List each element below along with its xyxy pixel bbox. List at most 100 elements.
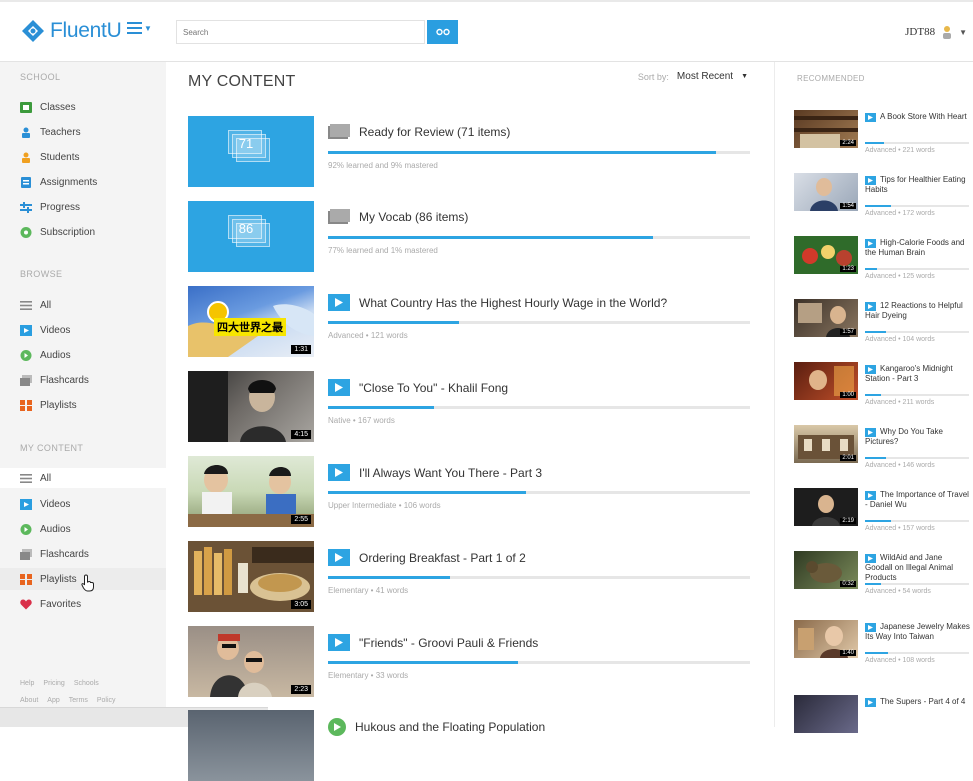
progress-bar bbox=[865, 268, 969, 270]
collection-thumbnail[interactable]: 71 bbox=[188, 116, 314, 187]
content-row[interactable]: Hukous and the Floating Population bbox=[188, 710, 750, 781]
content-title[interactable]: I'll Always Want You There - Part 3 bbox=[328, 464, 542, 481]
footer-link-app[interactable]: App bbox=[47, 697, 59, 704]
sort-value[interactable]: Most Recent bbox=[677, 71, 733, 82]
content-row[interactable]: 4:15 "Close To You" - Khalil Fong Native… bbox=[188, 371, 750, 442]
recommended-item[interactable]: 2:19 The Importance of Travel - Daniel W… bbox=[794, 488, 972, 534]
content-row[interactable]: 71 Ready for Review (71 items) 92% learn… bbox=[188, 116, 750, 187]
recommended-title-text: WildAid and Jane Goodall on Illegal Anim… bbox=[865, 553, 954, 582]
recommended-title[interactable]: Tips for Healthier Eating Habits bbox=[865, 175, 971, 195]
recommended-item[interactable]: 1:57 12 Reactions to Helpful Hair Dyeing… bbox=[794, 299, 972, 345]
content-row[interactable]: 四大世界之最 1:31 What Country Has the Highest… bbox=[188, 286, 750, 357]
content-meta: Elementary • 41 words bbox=[328, 586, 409, 595]
video-thumbnail[interactable]: 4:15 bbox=[188, 371, 314, 442]
recommended-title[interactable]: High-Calorie Foods and the Human Brain bbox=[865, 238, 971, 258]
footer-link-schools[interactable]: Schools bbox=[74, 680, 99, 687]
sidebar-item-my-flashcards[interactable]: Flashcards bbox=[20, 545, 89, 563]
footer-link-about[interactable]: About bbox=[20, 697, 38, 704]
fluentu-logo-icon bbox=[22, 20, 44, 42]
sidebar-item-my-playlists[interactable]: Playlists bbox=[0, 568, 166, 592]
recommended-item[interactable]: 1:54 Tips for Healthier Eating Habits Ad… bbox=[794, 173, 972, 219]
content-title[interactable]: Ready for Review (71 items) bbox=[328, 124, 510, 139]
content-row[interactable]: 3:05 Ordering Breakfast - Part 1 of 2 El… bbox=[188, 541, 750, 612]
video-thumbnail[interactable]: 2:24 bbox=[794, 110, 858, 148]
play-icon bbox=[328, 379, 350, 396]
footer-link-pricing[interactable]: Pricing bbox=[43, 680, 64, 687]
recommended-item[interactable]: 0:32 WildAid and Jane Goodall on Illegal… bbox=[794, 551, 972, 597]
sidebar-item-subscription[interactable]: Subscription bbox=[20, 223, 95, 241]
video-duration: 1:40 bbox=[840, 650, 856, 656]
audio-thumbnail[interactable] bbox=[188, 710, 314, 781]
recommended-item[interactable]: 2:01 Why Do You Take Pictures? Advanced … bbox=[794, 425, 972, 471]
sidebar-item-browse-videos[interactable]: Videos bbox=[20, 321, 70, 339]
content-title[interactable]: Hukous and the Floating Population bbox=[328, 718, 545, 736]
video-thumbnail[interactable]: 0:32 bbox=[794, 551, 858, 589]
footer-link-policy[interactable]: Policy bbox=[97, 697, 116, 704]
content-row[interactable]: 2:23 "Friends" - Groovi Pauli & Friends … bbox=[188, 626, 750, 697]
recommended-item[interactable]: The Supers - Part 4 of 4 bbox=[794, 695, 972, 741]
footer-link-terms[interactable]: Terms bbox=[69, 697, 88, 704]
footer-link-help[interactable]: Help bbox=[20, 680, 34, 687]
sidebar-item-teachers[interactable]: Teachers bbox=[20, 123, 81, 141]
video-thumbnail[interactable]: 1:57 bbox=[794, 299, 858, 337]
sidebar-item-browse-audios[interactable]: Audios bbox=[20, 346, 71, 364]
recommended-title[interactable]: The Importance of Travel - Daniel Wu bbox=[865, 490, 971, 510]
video-thumbnail[interactable]: 2:19 bbox=[794, 488, 858, 526]
content-row[interactable]: 2:55 I'll Always Want You There - Part 3… bbox=[188, 456, 750, 527]
recommended-title[interactable]: Kangaroo's Midnight Station - Part 3 bbox=[865, 364, 971, 384]
content-title[interactable]: Ordering Breakfast - Part 1 of 2 bbox=[328, 549, 526, 566]
main-menu-button[interactable]: ▼ bbox=[127, 22, 152, 34]
recommended-title[interactable]: Why Do You Take Pictures? bbox=[865, 427, 971, 447]
video-thumbnail[interactable]: 2:01 bbox=[794, 425, 858, 463]
sidebar-item-my-videos[interactable]: Videos bbox=[20, 495, 70, 513]
search-input[interactable] bbox=[176, 20, 425, 44]
recommended-title[interactable]: 12 Reactions to Helpful Hair Dyeing bbox=[865, 301, 971, 321]
sidebar-item-classes[interactable]: Classes bbox=[20, 98, 76, 116]
search-button[interactable] bbox=[427, 20, 458, 44]
content-row[interactable]: 86 My Vocab (86 items) 77% learned and 1… bbox=[188, 201, 750, 272]
recommended-item[interactable]: 2:24 A Book Store With Heart Advanced • … bbox=[794, 110, 972, 156]
recommended-title[interactable]: The Supers - Part 4 of 4 bbox=[865, 697, 971, 707]
video-thumbnail[interactable]: 1:54 bbox=[794, 173, 858, 211]
video-thumbnail[interactable]: 四大世界之最 1:31 bbox=[188, 286, 314, 357]
collection-thumbnail[interactable]: 86 bbox=[188, 201, 314, 272]
content-title[interactable]: "Friends" - Groovi Pauli & Friends bbox=[328, 634, 538, 651]
user-menu[interactable]: JDT88 ▼ bbox=[905, 24, 967, 40]
video-thumbnail[interactable]: 1:00 bbox=[794, 362, 858, 400]
sidebar-footer-links-2: About App Terms Policy bbox=[20, 697, 116, 704]
sidebar-item-my-favorites[interactable]: Favorites bbox=[20, 595, 81, 613]
recommended-title[interactable]: A Book Store With Heart bbox=[865, 112, 971, 122]
sidebar-item-my-audios[interactable]: Audios bbox=[20, 520, 71, 538]
logo[interactable]: FluentU bbox=[20, 18, 122, 44]
sidebar: SCHOOL Classes Teachers Students Assignm… bbox=[0, 62, 166, 727]
video-thumbnail[interactable]: 3:05 bbox=[188, 541, 314, 612]
sidebar-item-progress[interactable]: Progress bbox=[20, 198, 80, 216]
sidebar-item-students[interactable]: Students bbox=[20, 148, 79, 166]
sidebar-item-browse-all[interactable]: All bbox=[20, 296, 51, 314]
sidebar-item-browse-flashcards[interactable]: Flashcards bbox=[20, 371, 89, 389]
recommended-title[interactable]: WildAid and Jane Goodall on Illegal Anim… bbox=[865, 553, 971, 583]
video-thumbnail[interactable]: 1:23 bbox=[794, 236, 858, 274]
play-icon bbox=[328, 549, 350, 566]
recommended-item[interactable]: 1:40 Japanese Jewelry Makes Its Way Into… bbox=[794, 620, 972, 666]
video-thumbnail[interactable]: 2:55 bbox=[188, 456, 314, 527]
progress-fill bbox=[865, 652, 888, 654]
audio-icon bbox=[20, 349, 32, 361]
content-title-text: My Vocab (86 items) bbox=[359, 209, 469, 224]
sidebar-item-my-all[interactable]: All bbox=[0, 468, 166, 488]
video-thumbnail[interactable]: 2:23 bbox=[188, 626, 314, 697]
sidebar-item-browse-playlists[interactable]: Playlists bbox=[20, 396, 77, 414]
recommended-meta: Advanced • 211 words bbox=[865, 399, 935, 406]
recommended-item[interactable]: 1:23 High-Calorie Foods and the Human Br… bbox=[794, 236, 972, 282]
video-thumbnail[interactable] bbox=[794, 695, 858, 733]
logo-text: FluentU bbox=[50, 19, 122, 42]
sidebar-item-assignments[interactable]: Assignments bbox=[20, 173, 97, 191]
recommended-title[interactable]: Japanese Jewelry Makes Its Way Into Taiw… bbox=[865, 622, 971, 642]
content-title[interactable]: "Close To You" - Khalil Fong bbox=[328, 379, 508, 396]
content-title[interactable]: My Vocab (86 items) bbox=[328, 209, 468, 224]
video-thumbnail[interactable]: 1:40 bbox=[794, 620, 858, 658]
play-icon bbox=[328, 634, 350, 651]
content-title[interactable]: What Country Has the Highest Hourly Wage… bbox=[328, 294, 667, 311]
recommended-item[interactable]: 1:00 Kangaroo's Midnight Station - Part … bbox=[794, 362, 972, 408]
sort-control[interactable]: Sort by: Most Recent ▼ bbox=[638, 71, 748, 82]
